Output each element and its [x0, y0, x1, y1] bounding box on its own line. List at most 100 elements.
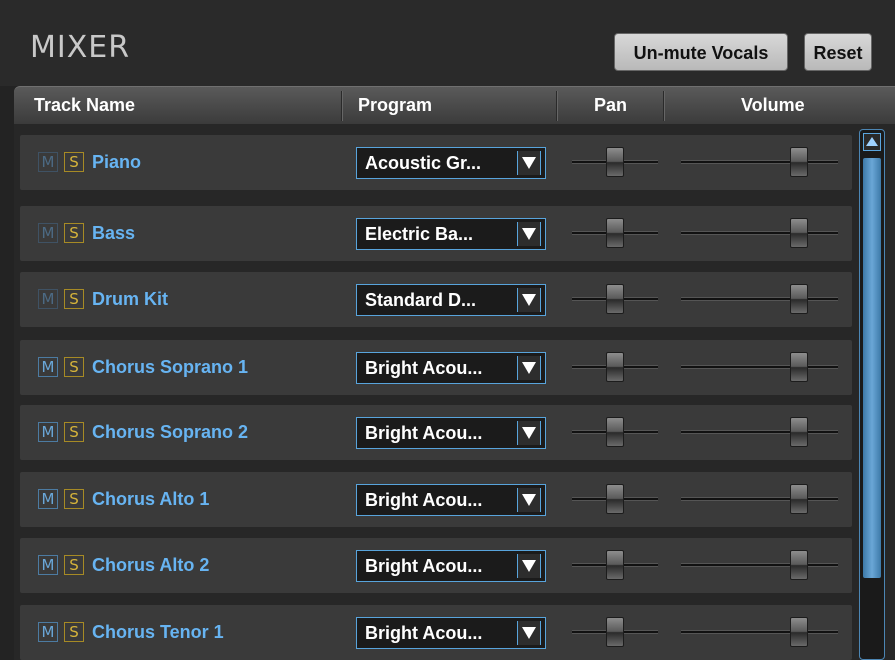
program-select-value: Bright Acou... — [365, 423, 483, 443]
column-divider — [556, 91, 557, 121]
volume-slider-track — [681, 430, 838, 434]
pan-slider-handle[interactable] — [606, 352, 624, 382]
volume-slider[interactable] — [681, 472, 838, 527]
track-row: M S Chorus Tenor 1 Bright Acou... — [20, 605, 852, 660]
pan-slider[interactable] — [572, 538, 658, 593]
dropdown-arrow-icon[interactable] — [517, 554, 541, 578]
pan-slider-handle[interactable] — [606, 284, 624, 314]
solo-toggle[interactable]: S — [64, 555, 84, 575]
program-select[interactable]: Bright Acou... — [356, 617, 546, 649]
mute-toggle[interactable]: M — [38, 555, 58, 575]
program-select[interactable]: Electric Ba... — [356, 218, 546, 250]
track-list-header: Track Name Program Pan Volume — [14, 86, 895, 124]
mute-toggle[interactable]: M — [38, 489, 58, 509]
volume-slider-track — [681, 563, 838, 567]
track-name: Chorus Alto 1 — [92, 489, 210, 509]
column-divider — [663, 91, 664, 121]
dropdown-arrow-icon[interactable] — [517, 151, 541, 175]
volume-slider[interactable] — [681, 405, 838, 460]
program-select[interactable]: Bright Acou... — [356, 417, 546, 449]
solo-toggle[interactable]: S — [64, 422, 84, 442]
pan-slider-handle[interactable] — [606, 147, 624, 177]
pan-slider[interactable] — [572, 605, 658, 660]
pan-slider[interactable] — [572, 405, 658, 460]
volume-slider-handle[interactable] — [789, 147, 808, 177]
track-list-scrollbar[interactable] — [859, 129, 885, 660]
pan-slider[interactable] — [572, 340, 658, 395]
dropdown-arrow-icon[interactable] — [517, 621, 541, 645]
track-row: M S Chorus Soprano 1 Bright Acou... — [20, 340, 852, 395]
dropdown-arrow-icon[interactable] — [517, 222, 541, 246]
track-name: Drum Kit — [92, 289, 168, 309]
track-list: M S Piano Acoustic Gr... M S Bass Electr… — [14, 124, 895, 660]
dropdown-arrow-icon[interactable] — [517, 288, 541, 312]
pan-slider-handle[interactable] — [606, 617, 624, 647]
track-name: Chorus Soprano 2 — [92, 422, 249, 442]
solo-toggle[interactable]: S — [64, 357, 84, 377]
program-select[interactable]: Acoustic Gr... — [356, 147, 546, 179]
scroll-up-arrow-icon[interactable] — [863, 133, 881, 151]
volume-slider[interactable] — [681, 206, 838, 261]
column-header-track-name: Track Name — [34, 95, 136, 115]
scrollbar-thumb[interactable] — [863, 158, 881, 578]
volume-slider-handle[interactable] — [789, 218, 808, 248]
volume-slider[interactable] — [681, 340, 838, 395]
pan-slider[interactable] — [572, 135, 658, 190]
dropdown-arrow-icon[interactable] — [517, 356, 541, 380]
reset-button[interactable]: Reset — [804, 33, 872, 71]
track-row: M S Chorus Alto 2 Bright Acou... — [20, 538, 852, 593]
volume-slider-track — [681, 160, 838, 164]
volume-slider[interactable] — [681, 135, 838, 190]
solo-toggle[interactable]: S — [64, 622, 84, 642]
pan-slider[interactable] — [572, 206, 658, 261]
volume-slider-handle[interactable] — [789, 617, 808, 647]
pan-slider[interactable] — [572, 272, 658, 327]
solo-toggle[interactable]: S — [64, 223, 84, 243]
solo-toggle[interactable]: S — [64, 489, 84, 509]
volume-slider[interactable] — [681, 538, 838, 593]
pan-slider[interactable] — [572, 472, 658, 527]
solo-toggle[interactable]: S — [64, 289, 84, 309]
volume-slider-handle[interactable] — [789, 417, 808, 447]
mute-toggle[interactable]: M — [38, 223, 58, 243]
solo-toggle[interactable]: S — [64, 152, 84, 172]
pan-slider-handle[interactable] — [606, 484, 624, 514]
volume-slider-handle[interactable] — [789, 550, 808, 580]
mute-toggle[interactable]: M — [38, 357, 58, 377]
volume-slider-handle[interactable] — [789, 284, 808, 314]
column-header-volume: Volume — [741, 95, 805, 115]
mute-toggle[interactable]: M — [38, 422, 58, 442]
program-select-value: Bright Acou... — [365, 623, 483, 643]
pan-slider-handle[interactable] — [606, 417, 624, 447]
mute-toggle[interactable]: M — [38, 622, 58, 642]
program-select-value: Acoustic Gr... — [365, 153, 482, 173]
program-select-value: Standard D... — [365, 290, 477, 310]
volume-slider-handle[interactable] — [789, 484, 808, 514]
program-select-value: Bright Acou... — [365, 556, 483, 576]
track-row: M S Drum Kit Standard D... — [20, 272, 852, 327]
volume-slider-track — [681, 497, 838, 501]
program-select[interactable]: Bright Acou... — [356, 352, 546, 384]
volume-slider-track — [681, 297, 838, 301]
pan-slider-handle[interactable] — [606, 550, 624, 580]
program-select[interactable]: Standard D... — [356, 284, 546, 316]
track-row: M S Chorus Soprano 2 Bright Acou... — [20, 405, 852, 460]
program-select[interactable]: Bright Acou... — [356, 484, 546, 516]
volume-slider[interactable] — [681, 272, 838, 327]
dropdown-arrow-icon[interactable] — [517, 488, 541, 512]
column-header-program: Program — [358, 95, 433, 115]
mute-toggle[interactable]: M — [38, 289, 58, 309]
track-name: Chorus Alto 2 — [92, 555, 210, 575]
program-select[interactable]: Bright Acou... — [356, 550, 546, 582]
column-header-pan: Pan — [594, 95, 628, 115]
mixer-title: MIXER — [30, 30, 131, 65]
pan-slider-handle[interactable] — [606, 218, 624, 248]
program-select-value: Bright Acou... — [365, 358, 483, 378]
mute-toggle[interactable]: M — [38, 152, 58, 172]
volume-slider-handle[interactable] — [789, 352, 808, 382]
volume-slider-track — [681, 630, 838, 634]
dropdown-arrow-icon[interactable] — [517, 421, 541, 445]
volume-slider[interactable] — [681, 605, 838, 660]
unmute-vocals-button[interactable]: Un-mute Vocals — [614, 33, 788, 71]
track-row: M S Piano Acoustic Gr... — [20, 135, 852, 190]
